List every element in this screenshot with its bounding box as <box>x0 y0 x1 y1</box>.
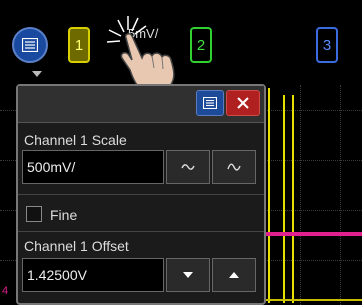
channel1-trace-edge <box>292 95 294 303</box>
main-menu-button[interactable] <box>12 27 48 63</box>
offset-label: Channel 1 Offset <box>24 238 129 254</box>
channel3-button[interactable]: 3 <box>316 27 338 63</box>
scale-label: Channel 1 Scale <box>24 132 127 148</box>
divider <box>18 194 264 195</box>
close-button[interactable] <box>226 90 260 116</box>
dialog-menu-button[interactable] <box>196 90 224 116</box>
arrow-down-icon <box>183 272 193 278</box>
channel2-button[interactable]: 2 <box>190 27 212 63</box>
channel4-trace <box>262 232 362 236</box>
menu-icon <box>22 38 38 52</box>
fine-label: Fine <box>50 207 78 223</box>
channel1-label: 1 <box>74 36 84 54</box>
channel3-label: 3 <box>322 36 332 54</box>
chevron-down-icon <box>32 71 42 77</box>
offset-down-button[interactable] <box>166 258 210 292</box>
channel1-trace-edge <box>283 95 285 303</box>
close-icon <box>237 97 249 109</box>
dialog-header <box>18 86 264 123</box>
channel1-trace-baseline <box>262 299 362 301</box>
offset-value: 1.42500V <box>27 267 87 283</box>
arrow-up-icon <box>229 272 239 278</box>
divider <box>18 231 264 232</box>
scale-input[interactable]: 500mV/ <box>22 150 164 184</box>
fine-checkbox[interactable] <box>26 206 42 222</box>
channel1-settings-dialog: Channel 1 Scale 500mV/ Fine Channel 1 Of… <box>16 84 266 305</box>
offset-input[interactable]: 1.42500V <box>22 258 164 292</box>
scale-increase-button[interactable] <box>212 150 256 184</box>
grid-line <box>340 85 341 305</box>
tilde-icon <box>181 164 195 170</box>
offset-up-button[interactable] <box>212 258 256 292</box>
menu-icon <box>203 97 217 109</box>
tilde-up-icon <box>227 163 241 171</box>
channel4-marker: 4 <box>2 285 9 297</box>
grid-line <box>300 85 301 305</box>
channel1-button[interactable]: 1 <box>68 27 90 63</box>
channel1-trace-edge <box>268 88 270 303</box>
channel2-label: 2 <box>196 36 206 54</box>
scale-decrease-button[interactable] <box>166 150 210 184</box>
scale-value: 500mV/ <box>27 159 76 175</box>
